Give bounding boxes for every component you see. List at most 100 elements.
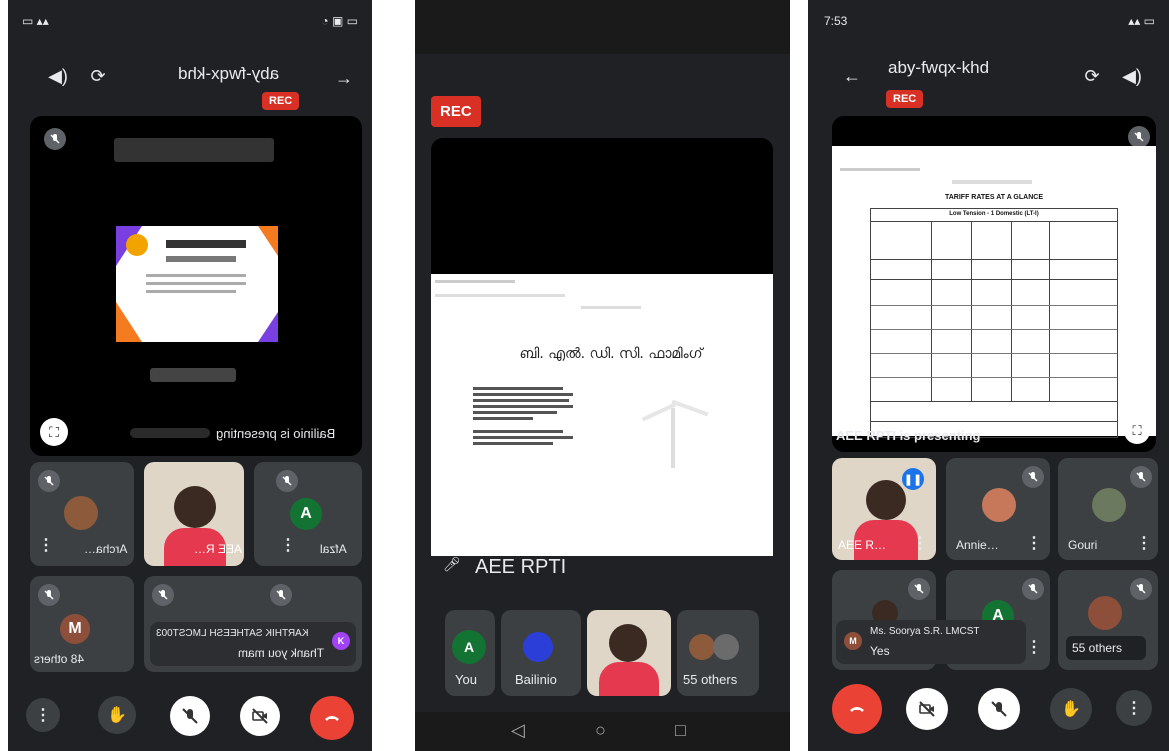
switch-camera-icon[interactable]: ⟳: [1078, 62, 1106, 90]
status-bar-right: ◔ ▣ ▭: [321, 14, 358, 28]
avatar: A: [452, 630, 486, 664]
participant-face: [866, 480, 906, 520]
others-count: 55 others: [683, 672, 738, 687]
meeting-code[interactable]: aby-fwqx-khd: [888, 58, 989, 78]
mic-off-icon: 🎤︎: [443, 556, 461, 572]
participant-tile[interactable]: Annie… ⋮: [946, 458, 1050, 560]
more-icon[interactable]: ⋮: [1026, 640, 1042, 656]
slide-title: ബി. എൽ. ഡി. സി. ഫാമിംഗ്: [519, 346, 703, 362]
participant-name: You: [455, 672, 477, 687]
avatar: [523, 632, 553, 662]
certificate-image: [116, 226, 278, 342]
participant-video-tile[interactable]: AEE R…: [144, 462, 244, 566]
more-icon[interactable]: ⋮: [280, 538, 296, 554]
status-bar: [415, 0, 790, 54]
mic-off-icon: [908, 578, 930, 600]
more-icon[interactable]: ⋮: [38, 538, 54, 554]
chat-bubble: KARTHIK SATHEESH LMCST003 Thank you mam …: [150, 622, 356, 666]
more-icon[interactable]: ⋮: [912, 536, 928, 552]
raise-hand-icon[interactable]: ✋: [98, 696, 136, 734]
slide-bullets: [473, 384, 585, 448]
volume-icon[interactable]: ◀): [44, 62, 72, 90]
mic-off-icon: [270, 584, 292, 606]
participant-video-tile[interactable]: [587, 610, 671, 696]
participant-tile[interactable]: A ⋮ Afzal: [254, 462, 362, 566]
others-count: 48 others: [34, 652, 85, 666]
nav-recents-icon[interactable]: □: [675, 720, 686, 741]
chat-avatar: K: [332, 632, 350, 650]
fullscreen-icon[interactable]: ⛶: [40, 418, 68, 446]
avatar: [982, 488, 1016, 522]
avatar: M: [60, 614, 90, 644]
participant-tile[interactable]: 55 others: [1058, 570, 1158, 670]
phone-3-screen: 7:53 ▴▴ ▭ ← aby-fwqx-khd ⟳ ◀) REC TARIFF…: [808, 0, 1169, 751]
seal-icon: [126, 234, 148, 256]
back-arrow-icon[interactable]: ←: [838, 62, 866, 90]
participant-name: AEE R…: [838, 538, 887, 552]
shared-screen-header: [114, 138, 274, 162]
raise-hand-icon[interactable]: ✋: [1050, 688, 1092, 730]
rec-badge: REC: [431, 96, 481, 127]
participant-tile[interactable]: A You: [445, 610, 495, 696]
fullscreen-icon[interactable]: ⛶: [1124, 418, 1150, 444]
mic-off-icon[interactable]: [170, 696, 210, 736]
participant-tile[interactable]: Bailinio: [501, 610, 581, 696]
end-call-icon[interactable]: [832, 684, 882, 734]
participant-name: Annie…: [956, 538, 999, 552]
participant-tile[interactable]: ⋮ Archa…: [30, 462, 134, 566]
back-arrow-icon[interactable]: →: [330, 64, 358, 92]
volume-icon[interactable]: ◀): [1118, 62, 1146, 90]
avatar: [1088, 596, 1122, 630]
avatar: [689, 634, 715, 660]
status-bar-right: ▴▴ ▭: [1128, 14, 1155, 28]
participant-tile[interactable]: 55 others: [677, 610, 759, 696]
more-icon[interactable]: ⋮: [1116, 690, 1152, 726]
chat-sender: KARTHIK SATHEESH LMCST003: [156, 628, 309, 639]
speaking-icon: ❚❚: [902, 468, 924, 490]
avatar: [713, 634, 739, 660]
camera-off-icon[interactable]: [240, 696, 280, 736]
end-call-icon[interactable]: [310, 696, 354, 740]
participant-tile[interactable]: Gouri ⋮: [1058, 458, 1158, 560]
participant-name: Afzal: [320, 542, 347, 556]
participant-video-tile[interactable]: ❚❚ AEE R… ⋮: [832, 458, 936, 560]
more-icon[interactable]: ⋮: [1136, 536, 1152, 552]
tariff-table: Low Tension - 1 Domestic (LT-I): [870, 208, 1118, 438]
phone-1-screen: ▭ ▴▴ ◔ ▣ ▭ ◀) ⟳ aby-fwqx-khd → REC ⛶ Bai…: [8, 0, 372, 751]
chat-avatar: M: [844, 632, 862, 650]
status-time: 7:53: [824, 14, 848, 28]
switch-camera-icon[interactable]: ⟳: [84, 62, 112, 90]
participant-face: [609, 624, 647, 662]
nav-back-icon[interactable]: ◁: [511, 720, 525, 741]
nav-home-icon[interactable]: ○: [595, 720, 606, 741]
participant-name: Archa…: [84, 542, 128, 556]
others-count: 55 others: [1072, 641, 1123, 655]
mic-off-icon: [1022, 578, 1044, 600]
doc-title: TARIFF RATES AT A GLANCE: [945, 194, 1043, 201]
presenter-name: AEE RPTI: [475, 556, 567, 578]
camera-off-icon[interactable]: [906, 688, 948, 730]
mic-off-icon: [1128, 126, 1150, 148]
participant-tile[interactable]: M 48 others: [30, 576, 134, 672]
status-bar-left: ▭ ▴▴: [22, 14, 49, 28]
participant-name: AEE R…: [194, 542, 243, 556]
mic-off-icon: [152, 584, 174, 606]
mic-off-icon[interactable]: [978, 688, 1020, 730]
mic-off-icon: [276, 470, 298, 492]
more-icon[interactable]: ⋮: [26, 698, 60, 732]
mic-off-icon: [1130, 466, 1152, 488]
presentation-stage: ബി. എൽ. ഡി. സി. ഫാമിംഗ് 🎤︎ AEE RPTI: [431, 138, 773, 592]
chat-sender: Ms. Soorya S.R. LMCST: [870, 626, 980, 637]
more-icon[interactable]: ⋮: [1026, 536, 1042, 552]
presenting-label: AEE RPTI is presenting: [836, 428, 981, 443]
meeting-code[interactable]: aby-fwqx-khd: [178, 64, 279, 84]
mic-off-icon: [38, 470, 60, 492]
wind-turbine-image: [627, 394, 717, 474]
participant-name: Gouri: [1068, 538, 1098, 552]
rec-badge: REC: [886, 90, 924, 108]
participant-face: [174, 486, 216, 528]
mic-off-icon: [38, 584, 60, 606]
participant-tile[interactable]: KARTHIK SATHEESH LMCST003 Thank you mam …: [144, 576, 362, 672]
participant-name: Bailinio: [515, 672, 557, 687]
avatar: [64, 496, 98, 530]
